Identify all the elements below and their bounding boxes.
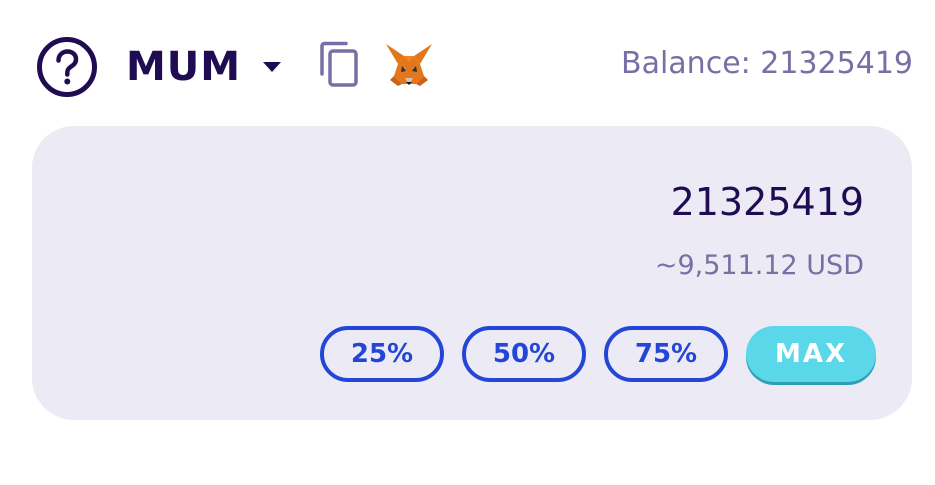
- token-selector[interactable]: MUM: [126, 36, 282, 98]
- percent-button-row: 25% 50% 75% MAX: [320, 326, 876, 382]
- metamask-fox-icon[interactable]: [384, 42, 434, 88]
- copy-icon[interactable]: [318, 40, 360, 88]
- token-header: MUM Balance: 21325419: [0, 0, 935, 125]
- token-symbol: MUM: [126, 44, 242, 90]
- usd-value: ~9,511.12 USD: [654, 250, 864, 281]
- amount-value[interactable]: 21325419: [671, 180, 864, 224]
- percent-75-button[interactable]: 75%: [604, 326, 728, 382]
- help-icon[interactable]: [36, 36, 98, 98]
- percent-50-button[interactable]: 50%: [462, 326, 586, 382]
- amount-card: 21325419 ~9,511.12 USD 25% 50% 75% MAX: [32, 126, 912, 420]
- balance-label: Balance: 21325419: [621, 46, 913, 81]
- percent-25-button[interactable]: 25%: [320, 326, 444, 382]
- max-button[interactable]: MAX: [746, 326, 876, 382]
- caret-down-icon: [263, 62, 282, 72]
